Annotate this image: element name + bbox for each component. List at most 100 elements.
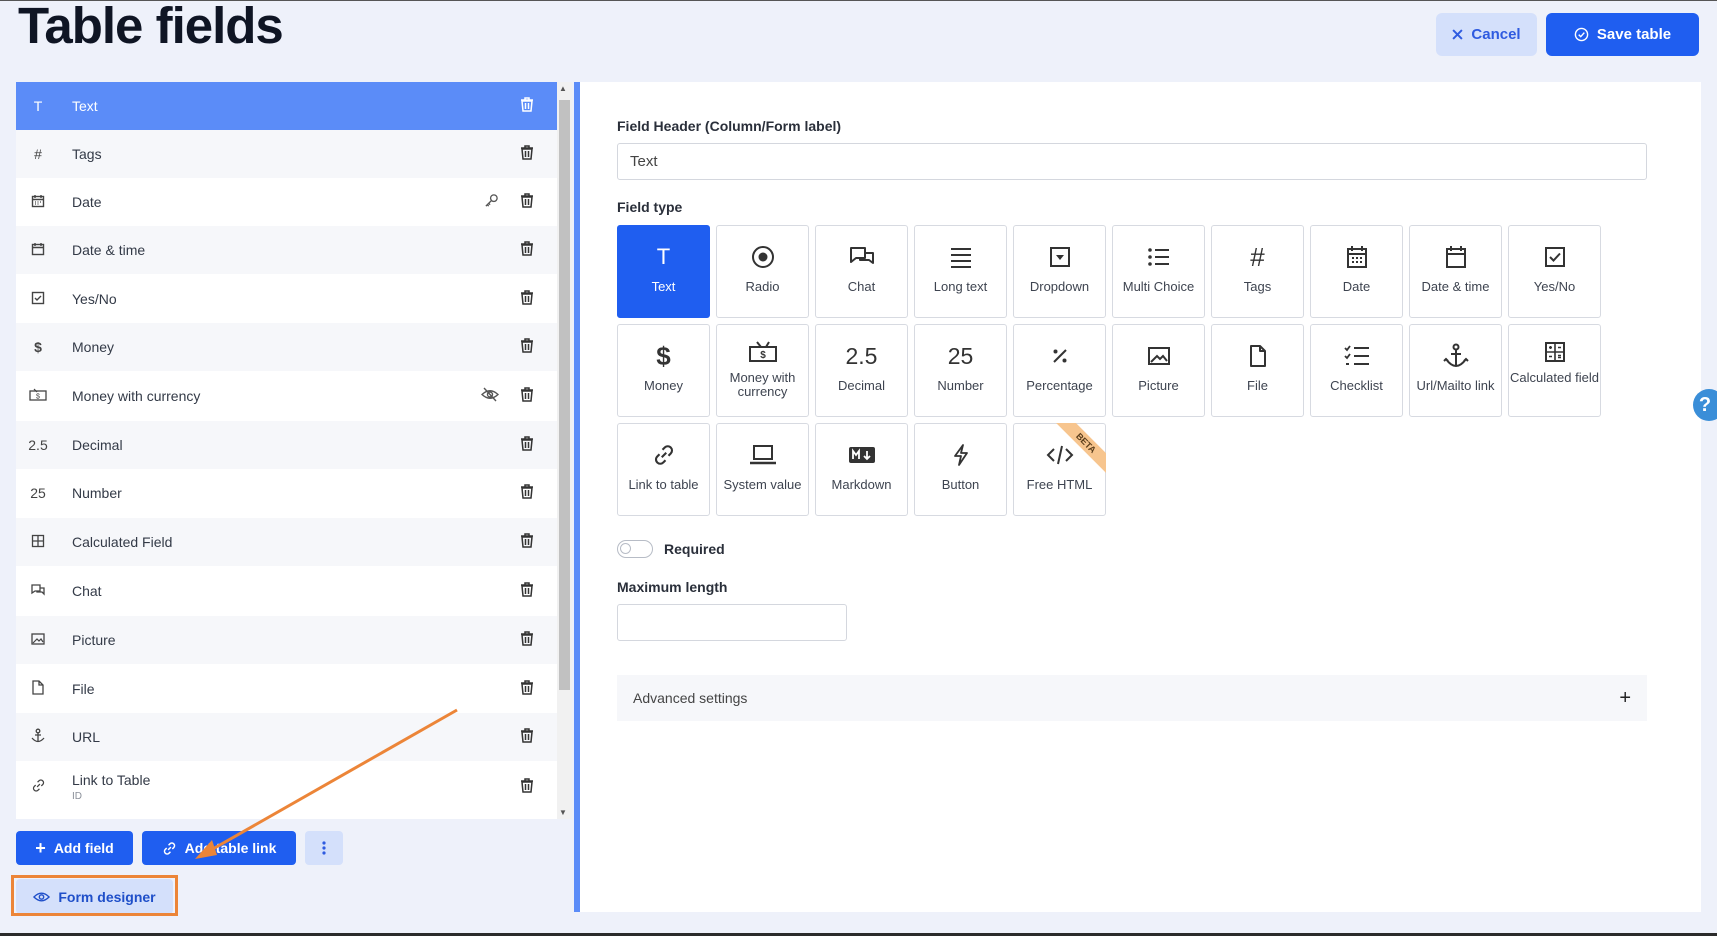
field-type-dropdown[interactable]: Dropdown bbox=[1013, 225, 1106, 318]
money-currency-icon: $ bbox=[28, 388, 48, 405]
field-type-checklist[interactable]: Checklist bbox=[1310, 324, 1403, 417]
maximum-length-input[interactable] bbox=[617, 604, 847, 641]
trash-icon[interactable] bbox=[520, 193, 534, 211]
picture-icon bbox=[28, 632, 48, 648]
checklist-icon bbox=[1343, 341, 1370, 371]
form-designer-button[interactable]: Form designer bbox=[16, 879, 173, 914]
field-item-label: Money bbox=[72, 339, 115, 355]
field-item-file[interactable]: File bbox=[16, 665, 557, 713]
field-type-picture[interactable]: Picture bbox=[1112, 324, 1205, 417]
field-item-label: Picture bbox=[72, 632, 116, 648]
trash-icon[interactable] bbox=[520, 533, 534, 551]
cancel-button[interactable]: Cancel bbox=[1436, 13, 1537, 56]
cancel-button-label: Cancel bbox=[1471, 26, 1521, 43]
field-type-label-number: Number bbox=[937, 378, 984, 393]
trash-icon[interactable] bbox=[520, 484, 534, 502]
trash-icon[interactable] bbox=[520, 241, 534, 259]
trash-icon[interactable] bbox=[520, 728, 534, 746]
field-type-label-button: Button bbox=[941, 477, 980, 492]
trash-icon[interactable] bbox=[520, 97, 534, 115]
trash-icon[interactable] bbox=[520, 145, 534, 163]
field-type-tags[interactable]: # Tags bbox=[1211, 225, 1304, 318]
page-title: Table fields bbox=[18, 0, 284, 54]
field-item-number[interactable]: 25 Number bbox=[16, 469, 557, 517]
field-type-chat[interactable]: Chat bbox=[815, 225, 908, 318]
field-item-link-to-table[interactable]: Link to Table ID bbox=[16, 762, 557, 812]
lines-icon bbox=[949, 242, 973, 272]
add-field-button-label: Add field bbox=[53, 840, 114, 856]
field-type-system-value[interactable]: System value bbox=[716, 423, 809, 516]
field-item-money-with-currency[interactable]: $ Money with currency bbox=[16, 372, 557, 420]
chat-icon bbox=[28, 583, 48, 600]
field-item-label: URL bbox=[72, 729, 101, 745]
text-type-icon: T bbox=[33, 98, 43, 114]
field-item-text[interactable]: T Text bbox=[16, 82, 557, 130]
laptop-icon bbox=[749, 440, 777, 470]
field-type-decimal[interactable]: 2.5 Decimal bbox=[815, 324, 908, 417]
help-button[interactable]: ? bbox=[1693, 389, 1717, 421]
field-item-url[interactable]: URL bbox=[16, 713, 557, 761]
svg-text:$: $ bbox=[760, 350, 766, 361]
field-type-date[interactable]: Date bbox=[1310, 225, 1403, 318]
field-type-label-chat: Chat bbox=[847, 279, 876, 294]
chat-icon bbox=[848, 242, 876, 272]
field-type-file[interactable]: File bbox=[1211, 324, 1304, 417]
add-field-button[interactable]: + Add field bbox=[16, 831, 133, 865]
scrollbar-thumb[interactable] bbox=[559, 100, 570, 690]
trash-icon[interactable] bbox=[520, 290, 534, 308]
field-item-tags[interactable]: # Tags bbox=[16, 130, 557, 178]
add-table-link-button[interactable]: Add table link bbox=[142, 831, 296, 865]
field-type-money-with-currency[interactable]: $ Money with currency bbox=[716, 324, 809, 417]
field-type-link-to-table[interactable]: Link to table bbox=[617, 423, 710, 516]
trash-icon[interactable] bbox=[520, 436, 534, 454]
fields-list-scrollbar[interactable]: ▲ ▼ bbox=[557, 82, 572, 819]
field-type-button[interactable]: Button bbox=[914, 423, 1007, 516]
required-toggle[interactable] bbox=[617, 540, 653, 558]
field-item-decimal[interactable]: 2.5 Decimal bbox=[16, 421, 557, 469]
check-circle-icon bbox=[1574, 27, 1589, 42]
field-type-url-mailto-link[interactable]: Url/Mailto link bbox=[1409, 324, 1502, 417]
scroll-down-icon[interactable]: ▼ bbox=[559, 808, 567, 817]
field-type-text[interactable]: T Text bbox=[617, 225, 710, 318]
field-type-percentage[interactable]: Percentage bbox=[1013, 324, 1106, 417]
field-type-calculated-field[interactable]: Calculated field bbox=[1508, 324, 1601, 417]
field-item-money[interactable]: $ Money bbox=[16, 323, 557, 371]
calendar-icon bbox=[1346, 242, 1368, 272]
field-type-free-html[interactable]: BETA Free HTML bbox=[1013, 423, 1106, 516]
field-type-date-time[interactable]: Date & time bbox=[1409, 225, 1502, 318]
vertical-dots-icon bbox=[322, 841, 326, 855]
field-header-input[interactable] bbox=[617, 143, 1647, 180]
trash-icon[interactable] bbox=[520, 680, 534, 698]
scroll-up-icon[interactable]: ▲ bbox=[559, 84, 567, 93]
trash-icon[interactable] bbox=[520, 778, 534, 796]
calendar-blank-icon bbox=[28, 242, 48, 259]
file-icon bbox=[1249, 341, 1267, 371]
more-options-button[interactable] bbox=[305, 831, 343, 865]
field-type-radio[interactable]: Radio bbox=[716, 225, 809, 318]
trash-icon[interactable] bbox=[520, 338, 534, 356]
field-type-long-text[interactable]: Long text bbox=[914, 225, 1007, 318]
field-type-yes-no[interactable]: Yes/No bbox=[1508, 225, 1601, 318]
eye-off-icon bbox=[480, 387, 500, 405]
field-item-chat[interactable]: Chat bbox=[16, 567, 557, 615]
field-item-yes-no[interactable]: Yes/No bbox=[16, 275, 557, 323]
field-type-money[interactable]: $ Money bbox=[617, 324, 710, 417]
advanced-settings-toggle[interactable]: Advanced settings + bbox=[617, 675, 1647, 721]
field-type-label-link-to-table: Link to table bbox=[628, 477, 699, 492]
field-item-date-time[interactable]: Date & time bbox=[16, 226, 557, 274]
trash-icon[interactable] bbox=[520, 631, 534, 649]
field-type-number[interactable]: 25 Number bbox=[914, 324, 1007, 417]
field-type-multi-choice[interactable]: Multi Choice bbox=[1112, 225, 1205, 318]
field-item-picture[interactable]: Picture bbox=[16, 616, 557, 664]
trash-icon[interactable] bbox=[520, 387, 534, 405]
close-icon bbox=[1452, 29, 1463, 40]
calendar-blank-icon bbox=[1445, 242, 1467, 272]
decimal-icon: 2.5 bbox=[28, 437, 48, 453]
trash-icon[interactable] bbox=[520, 582, 534, 600]
field-type-markdown[interactable]: Markdown bbox=[815, 423, 908, 516]
field-item-calculated-field[interactable]: Calculated Field bbox=[16, 518, 557, 566]
field-type-label-date-time: Date & time bbox=[1421, 279, 1490, 294]
field-header-label: Field Header (Column/Form label) bbox=[617, 118, 842, 134]
field-item-date[interactable]: Date bbox=[16, 178, 557, 226]
save-table-button[interactable]: Save table bbox=[1546, 13, 1699, 56]
